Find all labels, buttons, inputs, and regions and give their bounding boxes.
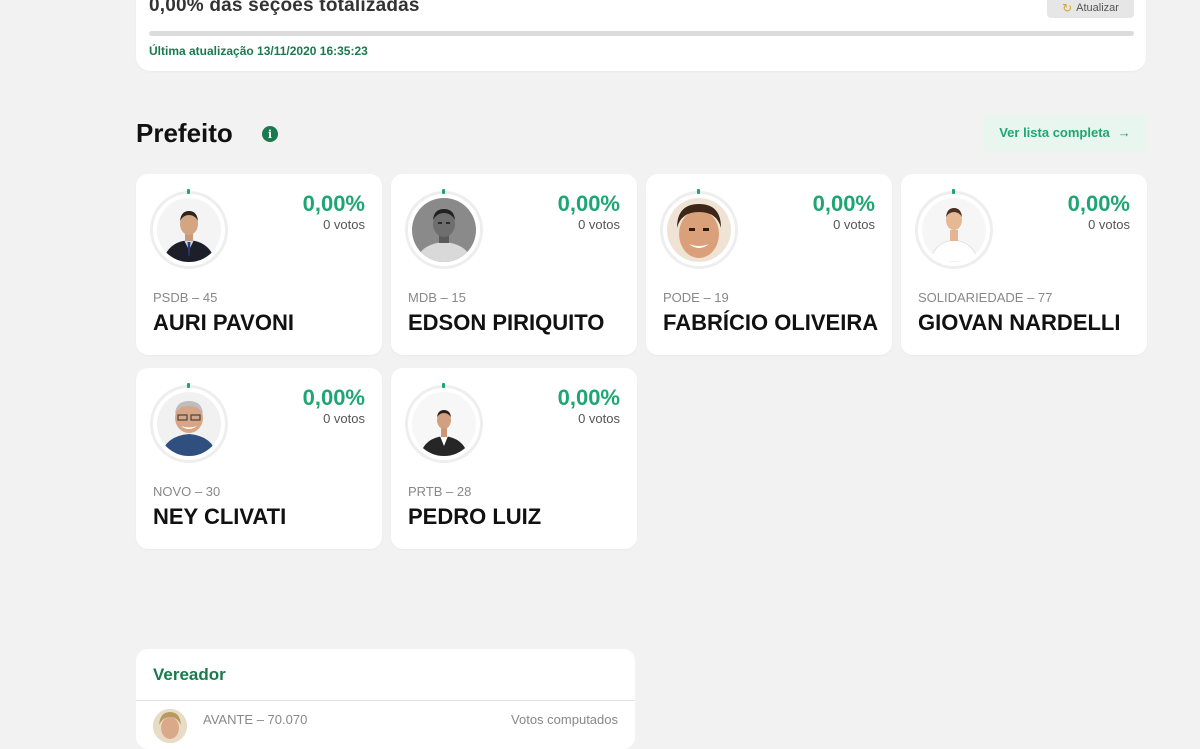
party-number: PSDB – 45 bbox=[153, 290, 218, 305]
candidate-name: FABRÍCIO OLIVEIRA bbox=[663, 310, 879, 335]
councilor-section-title: Vereador bbox=[153, 665, 226, 684]
arrow-right-icon: → bbox=[1117, 125, 1131, 140]
candidate-card[interactable]: 0,00% 0 votos NOVO – 30 NEY CLIVATI bbox=[136, 368, 382, 549]
councilor-votes-label: Votos computados bbox=[511, 712, 618, 727]
refresh-button[interactable]: ↻ Atualizar bbox=[1047, 0, 1134, 18]
candidate-photo-frame bbox=[405, 383, 483, 463]
candidate-name: AURI PAVONI bbox=[153, 310, 294, 335]
candidate-card[interactable]: 0,00% 0 votos PODE – 19 FABRÍCIO OLIVEIR… bbox=[646, 174, 892, 355]
candidate-card[interactable]: 0,00% 0 votos MDB – 15 EDSON PIRIQUITO bbox=[391, 174, 637, 355]
councilor-party-number: AVANTE – 70.070 bbox=[203, 712, 308, 727]
vote-count: 0 votos bbox=[578, 217, 620, 232]
vote-percentage: 0,00% bbox=[302, 191, 365, 216]
party-number: MDB – 15 bbox=[408, 290, 466, 305]
candidate-name: EDSON PIRIQUITO bbox=[408, 310, 605, 335]
candidate-photo-frame bbox=[660, 189, 738, 269]
party-number: PRTB – 28 bbox=[408, 484, 472, 499]
totalization-progress-bar bbox=[149, 31, 1134, 36]
candidate-photo bbox=[412, 198, 476, 262]
vote-count: 0 votos bbox=[833, 217, 875, 232]
vote-count: 0 votos bbox=[323, 217, 365, 232]
candidate-photo-frame bbox=[150, 383, 228, 463]
candidate-card[interactable]: 0,00% 0 votos SOLIDARIEDADE – 77 GIOVAN … bbox=[901, 174, 1147, 355]
candidate-photo bbox=[157, 198, 221, 262]
vote-percentage: 0,00% bbox=[557, 191, 620, 216]
vote-count: 0 votos bbox=[578, 411, 620, 426]
candidate-name: GIOVAN NARDELLI bbox=[918, 310, 1121, 335]
party-number: SOLIDARIEDADE – 77 bbox=[918, 290, 1053, 305]
vote-percentage: 0,00% bbox=[812, 191, 875, 216]
divider bbox=[136, 700, 635, 701]
candidate-name: NEY CLIVATI bbox=[153, 504, 287, 529]
refresh-label: Atualizar bbox=[1076, 1, 1119, 14]
sections-totalized-text: 0,00% das seções totalizadas bbox=[149, 0, 420, 16]
vote-percentage: 0,00% bbox=[1067, 191, 1130, 216]
candidate-card[interactable]: 0,00% 0 votos PSDB – 45 AURI PAVONI bbox=[136, 174, 382, 355]
candidate-card[interactable]: 0,00% 0 votos PRTB – 28 PEDRO LUIZ bbox=[391, 368, 637, 549]
vote-count: 0 votos bbox=[1088, 217, 1130, 232]
party-number: NOVO – 30 bbox=[153, 484, 221, 499]
candidate-photo-frame bbox=[150, 189, 228, 269]
party-number: PODE – 19 bbox=[663, 290, 729, 305]
full-list-button[interactable]: Ver lista completa → bbox=[983, 114, 1147, 151]
candidate-photo bbox=[667, 198, 731, 262]
councilor-card: Vereador AVANTE – 70.070 Votos computado… bbox=[136, 649, 635, 749]
candidate-name: PEDRO LUIZ bbox=[408, 504, 542, 529]
info-icon[interactable]: i bbox=[262, 126, 278, 142]
vote-count: 0 votos bbox=[323, 411, 365, 426]
candidate-photo bbox=[412, 392, 476, 456]
last-update-text: Última atualização 13/11/2020 16:35:23 bbox=[149, 44, 368, 58]
full-list-label: Ver lista completa bbox=[999, 125, 1110, 140]
mayor-section-title: Prefeito bbox=[136, 118, 233, 148]
candidate-photo-frame bbox=[915, 189, 993, 269]
candidate-photo bbox=[922, 198, 986, 262]
candidate-photo bbox=[157, 392, 221, 456]
councilor-photo bbox=[153, 709, 187, 743]
vote-percentage: 0,00% bbox=[557, 385, 620, 410]
vote-percentage: 0,00% bbox=[302, 385, 365, 410]
refresh-icon: ↻ bbox=[1062, 0, 1073, 15]
candidate-photo-frame bbox=[405, 189, 483, 269]
totalization-status-card: 0,00% das seções totalizadas ↻ Atualizar… bbox=[136, 0, 1146, 71]
